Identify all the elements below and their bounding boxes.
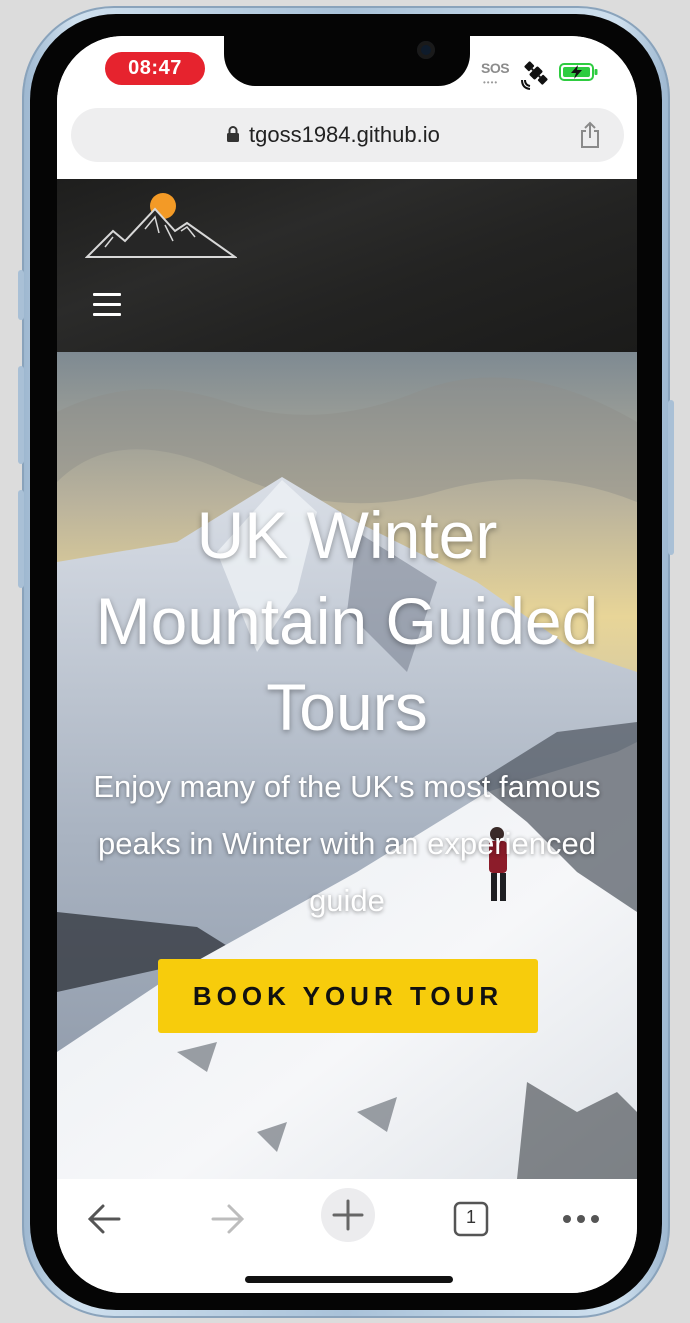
hero-subtitle: Enjoy many of the UK's most famous peaks…	[93, 769, 601, 918]
plus-icon[interactable]	[320, 1187, 376, 1243]
hero-section: UK Winter Mountain Guided Tours Enjoy ma…	[57, 352, 637, 1179]
battery-charging-icon	[559, 63, 598, 81]
url-text: tgoss1984.github.io	[249, 122, 440, 147]
satellite-icon	[521, 61, 548, 90]
front-camera	[417, 41, 435, 59]
sos-indicator: SOS	[481, 60, 510, 76]
book-your-tour-button[interactable]: BOOK YOUR TOUR	[158, 959, 538, 1033]
home-indicator	[245, 1276, 453, 1283]
hamburger-menu-icon[interactable]	[93, 293, 121, 317]
forward-arrow-icon[interactable]	[201, 1193, 253, 1245]
power-button	[668, 400, 674, 555]
share-icon[interactable]	[577, 120, 603, 150]
mountain-sun-logo-icon[interactable]	[85, 191, 237, 263]
phone-screen: 08:47 SOS •••• tgoss1984.github.io UK Wi…	[57, 36, 637, 1293]
dynamic-notch	[224, 36, 470, 86]
volume-up-button	[18, 366, 24, 464]
status-time: 08:47	[105, 52, 205, 85]
lock-icon	[227, 126, 239, 142]
volume-down-button	[18, 490, 24, 588]
tab-count: 1	[465, 1207, 476, 1227]
address-bar[interactable]: tgoss1984.github.io	[71, 108, 624, 162]
hero-title: UK Winter Mountain Guided Tours	[95, 498, 599, 744]
silent-switch	[18, 270, 24, 320]
back-arrow-icon[interactable]	[79, 1193, 131, 1245]
signal-dots: ••••	[483, 78, 499, 87]
tab-switcher-button[interactable]: 1	[445, 1193, 497, 1245]
more-dots-icon[interactable]	[555, 1193, 607, 1245]
site-header	[57, 179, 637, 352]
